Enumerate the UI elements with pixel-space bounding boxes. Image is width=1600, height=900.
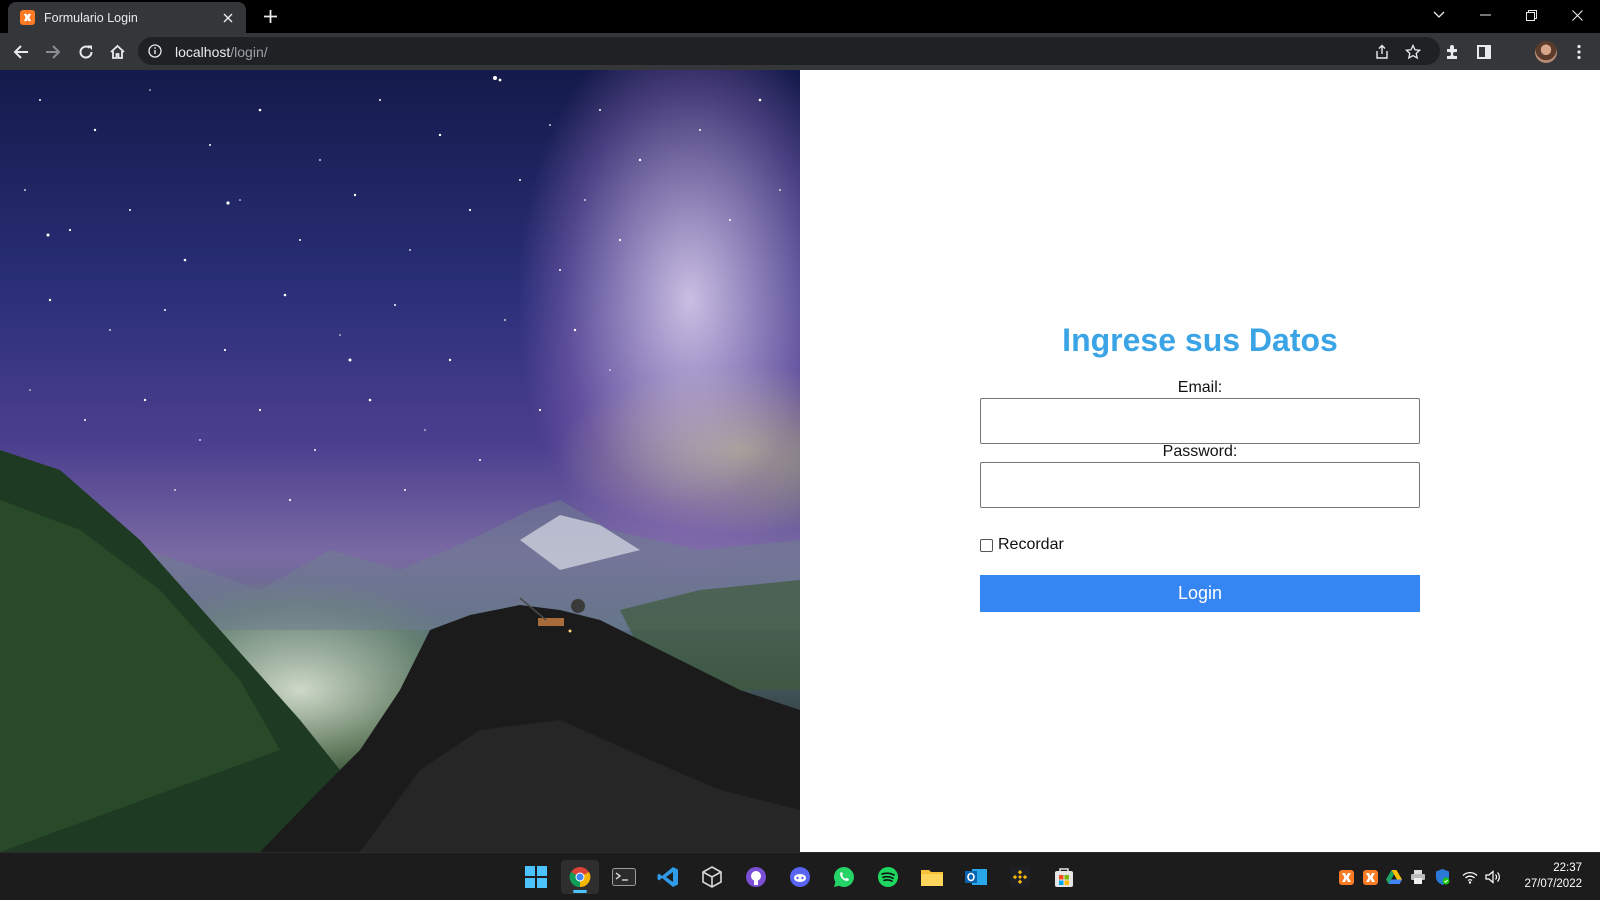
form-title: Ingrese sus Datos: [1062, 322, 1338, 358]
microsoft-store-icon[interactable]: [1045, 860, 1083, 894]
email-label: Email:: [1177, 379, 1223, 396]
bookmark-star-icon[interactable]: [1404, 43, 1422, 61]
google-drive-icon[interactable]: [1386, 869, 1402, 885]
forward-icon[interactable]: [42, 41, 64, 63]
file-explorer-icon[interactable]: [913, 860, 951, 894]
email-field[interactable]: [980, 398, 1420, 444]
windows-taskbar: 22:37 27/07/2022: [0, 852, 1600, 900]
back-icon[interactable]: [10, 41, 32, 63]
minimize-icon[interactable]: [1462, 0, 1508, 30]
github-desktop-icon[interactable]: [737, 860, 775, 894]
browser-tab[interactable]: Formulario Login: [8, 2, 246, 33]
close-window-icon[interactable]: [1554, 0, 1600, 30]
system-clock[interactable]: 22:37 27/07/2022: [1524, 860, 1582, 892]
remember-row: Recordar: [980, 536, 1064, 554]
remember-checkbox[interactable]: [980, 538, 993, 552]
restore-icon[interactable]: [1508, 0, 1554, 30]
side-panel-icon[interactable]: [1473, 41, 1495, 63]
discord-icon[interactable]: [781, 860, 819, 894]
spotify-icon[interactable]: [869, 860, 907, 894]
browser-tab-strip: Formulario Login: [0, 0, 1600, 33]
url-text: localhost/login/: [175, 44, 268, 60]
home-icon[interactable]: [106, 41, 128, 63]
clock-date: 27/07/2022: [1524, 878, 1582, 890]
tab-close-icon[interactable]: [220, 10, 236, 26]
chrome-menu-icon[interactable]: [1568, 41, 1590, 63]
windows-security-icon[interactable]: [1434, 869, 1450, 885]
active-app-indicator: [573, 890, 587, 893]
vscode-icon[interactable]: [649, 860, 687, 894]
address-bar[interactable]: localhost/login/: [138, 37, 1440, 65]
login-button[interactable]: Login: [980, 575, 1420, 612]
mountain-silhouette-graphic: [0, 450, 800, 852]
clock-time: 22:37: [1553, 862, 1582, 874]
printer-icon[interactable]: [1410, 869, 1426, 885]
chrome-taskbar-icon[interactable]: [561, 860, 599, 894]
binance-icon[interactable]: [1001, 860, 1039, 894]
tab-search-chevron-icon[interactable]: [1416, 0, 1462, 30]
remember-label[interactable]: Recordar: [998, 536, 1064, 554]
tab-title: Formulario Login: [44, 11, 138, 25]
url-path: /login/: [230, 44, 268, 60]
new-tab-icon[interactable]: [262, 8, 278, 24]
xampp-control-tray-icon[interactable]: [1362, 869, 1378, 885]
xampp-favicon-icon: [20, 10, 35, 25]
browser-toolbar: localhost/login/: [0, 33, 1600, 70]
terminal-icon[interactable]: [605, 860, 643, 894]
xampp-tray-icon[interactable]: [1338, 869, 1354, 885]
windows-start-icon[interactable]: [517, 860, 555, 894]
site-info-icon[interactable]: [148, 44, 162, 58]
volume-icon[interactable]: [1485, 869, 1501, 885]
share-icon[interactable]: [1373, 43, 1391, 61]
login-form: Ingrese sus Datos Email: Password: Recor…: [800, 70, 1600, 852]
whatsapp-icon[interactable]: [825, 860, 863, 894]
night-sky-mountain-image: [0, 70, 800, 852]
reload-icon[interactable]: [75, 41, 97, 63]
extensions-icon[interactable]: [1441, 41, 1463, 63]
wifi-icon[interactable]: [1462, 869, 1478, 885]
outlook-icon[interactable]: [957, 860, 995, 894]
profile-avatar[interactable]: [1535, 41, 1557, 63]
page-viewport: Ingrese sus Datos Email: Password: Recor…: [0, 70, 1600, 852]
url-host: localhost: [175, 44, 231, 60]
password-label: Password:: [1162, 443, 1238, 460]
virtualbox-icon[interactable]: [693, 860, 731, 894]
password-field[interactable]: [980, 462, 1420, 508]
